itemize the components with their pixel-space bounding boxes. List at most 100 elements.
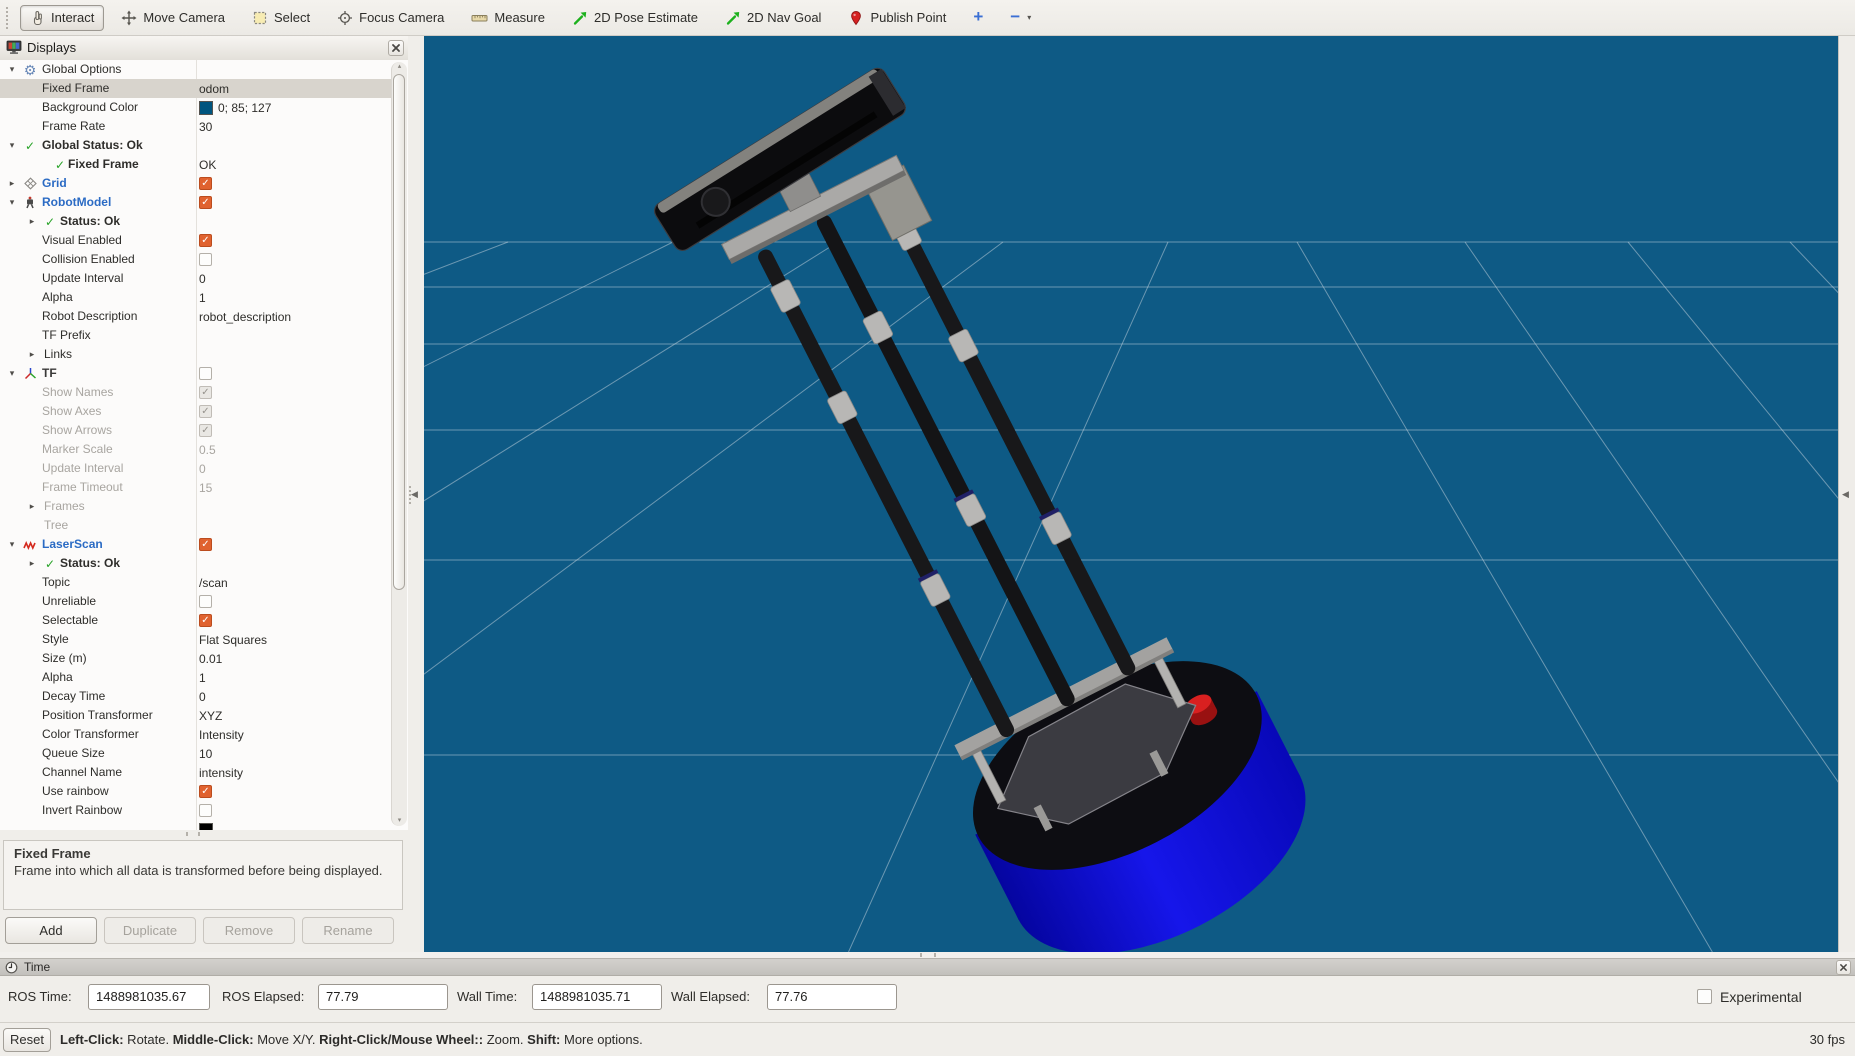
expander-closed-icon[interactable]: ▸ bbox=[6, 174, 18, 193]
time-panel-header: Time bbox=[0, 958, 1855, 976]
tree-row-color-transformer[interactable]: Color Transformer Intensity bbox=[0, 725, 392, 744]
expander-open-icon[interactable]: ▾ bbox=[6, 535, 18, 554]
checkbox-checked[interactable]: ✓ bbox=[199, 234, 212, 247]
tool-focus-camera[interactable]: Focus Camera bbox=[327, 5, 454, 31]
tree-row-global-status-ok[interactable]: ▾ ✓ Global Status: Ok bbox=[0, 136, 392, 155]
tree-row-collision-enabled[interactable]: Collision Enabled bbox=[0, 250, 392, 269]
tree-row-frames[interactable]: ▸ Frames bbox=[0, 497, 392, 516]
time-field-input[interactable]: 77.76 bbox=[767, 984, 897, 1010]
tool-2d-pose-estimate[interactable]: 2D Pose Estimate bbox=[562, 5, 708, 31]
tree-row-laserscan[interactable]: ▾ LaserScan ✓ bbox=[0, 535, 392, 554]
checkbox-checked[interactable]: ✓ bbox=[199, 538, 212, 551]
tree-row-unreliable[interactable]: Unreliable bbox=[0, 592, 392, 611]
tree-row-show-axes[interactable]: Show Axes ✓ bbox=[0, 402, 392, 421]
tree-row-show-names[interactable]: Show Names ✓ bbox=[0, 383, 392, 402]
checkbox-checked[interactable]: ✓ bbox=[199, 196, 212, 209]
displays-scrollbar[interactable]: ▴ ▾ bbox=[391, 62, 407, 826]
scrollbar-thumb[interactable] bbox=[393, 74, 405, 590]
property-label: Fixed Frame bbox=[68, 157, 139, 171]
tree-row-robot-description[interactable]: Robot Description robot_description bbox=[0, 307, 392, 326]
tree-row-update-interval[interactable]: Update Interval 0 bbox=[0, 459, 392, 478]
checkbox-unchecked[interactable] bbox=[199, 804, 212, 817]
checkbox-unchecked[interactable] bbox=[199, 253, 212, 266]
collapse-right-icon[interactable]: ◀ bbox=[1842, 489, 1849, 500]
checkbox-checked[interactable]: ✓ bbox=[199, 785, 212, 798]
tool-select[interactable]: Select bbox=[242, 5, 320, 31]
tree-row-tf-prefix[interactable]: TF Prefix bbox=[0, 326, 392, 345]
tree-row-fixed-frame[interactable]: Fixed Frame odom bbox=[0, 79, 392, 98]
tree-row-robotmodel[interactable]: ▾ RobotModel ✓ bbox=[0, 193, 392, 212]
reset-button[interactable]: Reset bbox=[3, 1028, 51, 1052]
add-button[interactable]: Add bbox=[5, 917, 97, 944]
experimental-checkbox[interactable] bbox=[1697, 989, 1712, 1004]
render-viewport[interactable] bbox=[424, 36, 1838, 952]
tree-row-topic[interactable]: Topic/scan bbox=[0, 573, 392, 592]
tree-row-status-ok[interactable]: ▸ ✓ Status: Ok bbox=[0, 212, 392, 231]
expander-open-icon[interactable]: ▾ bbox=[6, 136, 18, 155]
scrollbar-down-icon[interactable]: ▾ bbox=[392, 816, 407, 826]
expander-open-icon[interactable]: ▾ bbox=[6, 193, 18, 212]
tree-row-frame-timeout[interactable]: Frame Timeout 15 bbox=[0, 478, 392, 497]
time-field-input[interactable]: 77.79 bbox=[318, 984, 448, 1010]
time-field-input[interactable]: 1488981035.67 bbox=[88, 984, 210, 1010]
tree-row-update-interval[interactable]: Update Interval 0 bbox=[0, 269, 392, 288]
tree-row-position-transformer[interactable]: Position Transformer XYZ bbox=[0, 706, 392, 725]
tree-row-tree[interactable]: Tree bbox=[0, 516, 392, 535]
checkbox-checked[interactable]: ✓ bbox=[199, 177, 212, 190]
tool-remove-tool[interactable]: − ▾ bbox=[1000, 5, 1041, 30]
time-field-label: Wall Time: bbox=[457, 989, 518, 1004]
tool-add-tool[interactable]: + bbox=[963, 5, 993, 30]
tree-help-splitter[interactable] bbox=[0, 830, 408, 838]
checkbox-checked[interactable]: ✓ bbox=[199, 614, 212, 627]
tree-row-size-m-[interactable]: Size (m) 0.01 bbox=[0, 649, 392, 668]
tree-row-background-color[interactable]: Background Color 0; 85; 127 bbox=[0, 98, 392, 117]
tree-row-queue-size[interactable]: Queue Size 10 bbox=[0, 744, 392, 763]
tree-row-invert-rainbow[interactable]: Invert Rainbow bbox=[0, 801, 392, 820]
tree-row-status-ok[interactable]: ▸ ✓ Status: Ok bbox=[0, 554, 392, 573]
tree-row-visual-enabled[interactable]: Visual Enabled ✓ bbox=[0, 231, 392, 250]
tree-row-channel-name[interactable]: Channel Name intensity bbox=[0, 763, 392, 782]
tree-row-grid[interactable]: ▸ Grid ✓ bbox=[0, 174, 392, 193]
right-splitter[interactable]: ◀ bbox=[1838, 36, 1855, 952]
tree-row-global-options[interactable]: ▾ ⚙ Global Options bbox=[0, 60, 392, 79]
expander-open-icon[interactable]: ▾ bbox=[6, 60, 18, 79]
toolbar-grip[interactable] bbox=[6, 6, 12, 29]
tool-2d-nav-goal[interactable]: 2D Nav Goal bbox=[715, 5, 831, 31]
tree-row-use-rainbow[interactable]: Use rainbow ✓ bbox=[0, 782, 392, 801]
tree-row-marker-scale[interactable]: Marker Scale 0.5 bbox=[0, 440, 392, 459]
tool-measure[interactable]: Measure bbox=[461, 5, 555, 31]
chevron-down-icon[interactable]: ▾ bbox=[1027, 13, 1031, 22]
checkbox-unchecked[interactable] bbox=[199, 367, 212, 380]
checkbox-unchecked[interactable] bbox=[199, 595, 212, 608]
tool-interact[interactable]: Interact bbox=[20, 4, 105, 31]
tree-row-alpha[interactable]: Alpha 1 bbox=[0, 288, 392, 307]
property-value: 30 bbox=[199, 117, 212, 136]
expander-open-icon[interactable]: ▾ bbox=[6, 364, 18, 383]
tree-row-alpha[interactable]: Alpha 1 bbox=[0, 668, 392, 687]
tree-row-tf[interactable]: ▾ TF bbox=[0, 364, 392, 383]
tool-publish-point[interactable]: Publish Point bbox=[838, 5, 956, 31]
time-field-input[interactable]: 1488981035.71 bbox=[532, 984, 662, 1010]
property-value: 15 bbox=[199, 478, 212, 497]
tree-row-decay-time[interactable]: Decay Time 0 bbox=[0, 687, 392, 706]
expander-closed-icon[interactable]: ▸ bbox=[26, 212, 38, 231]
property-value bbox=[199, 364, 212, 383]
collapse-left-icon[interactable]: ◀ bbox=[411, 489, 418, 500]
scrollbar-up-icon[interactable]: ▴ bbox=[392, 62, 407, 72]
tree-row-fixed-frame[interactable]: ✓ Fixed Frame OK bbox=[0, 155, 392, 174]
tree-row-show-arrows[interactable]: Show Arrows ✓ bbox=[0, 421, 392, 440]
tree-row-selectable[interactable]: Selectable ✓ bbox=[0, 611, 392, 630]
tree-row-style[interactable]: Style Flat Squares bbox=[0, 630, 392, 649]
checkbox-checked: ✓ bbox=[199, 405, 212, 418]
expander-closed-icon[interactable]: ▸ bbox=[26, 554, 38, 573]
expander-closed-icon[interactable]: ▸ bbox=[26, 345, 38, 364]
status-segment: Zoom. bbox=[483, 1032, 528, 1047]
tool-move-camera[interactable]: Move Camera bbox=[111, 5, 235, 31]
tree-row-links[interactable]: ▸ Links bbox=[0, 345, 392, 364]
displays-close-button[interactable] bbox=[388, 40, 404, 56]
expander-closed-icon[interactable]: ▸ bbox=[26, 497, 38, 516]
tree-row-frame-rate[interactable]: Frame Rate 30 bbox=[0, 117, 392, 136]
property-label: Frame Rate bbox=[42, 119, 106, 133]
left-splitter[interactable]: ◀ bbox=[408, 36, 424, 952]
time-close-button[interactable] bbox=[1836, 960, 1851, 975]
